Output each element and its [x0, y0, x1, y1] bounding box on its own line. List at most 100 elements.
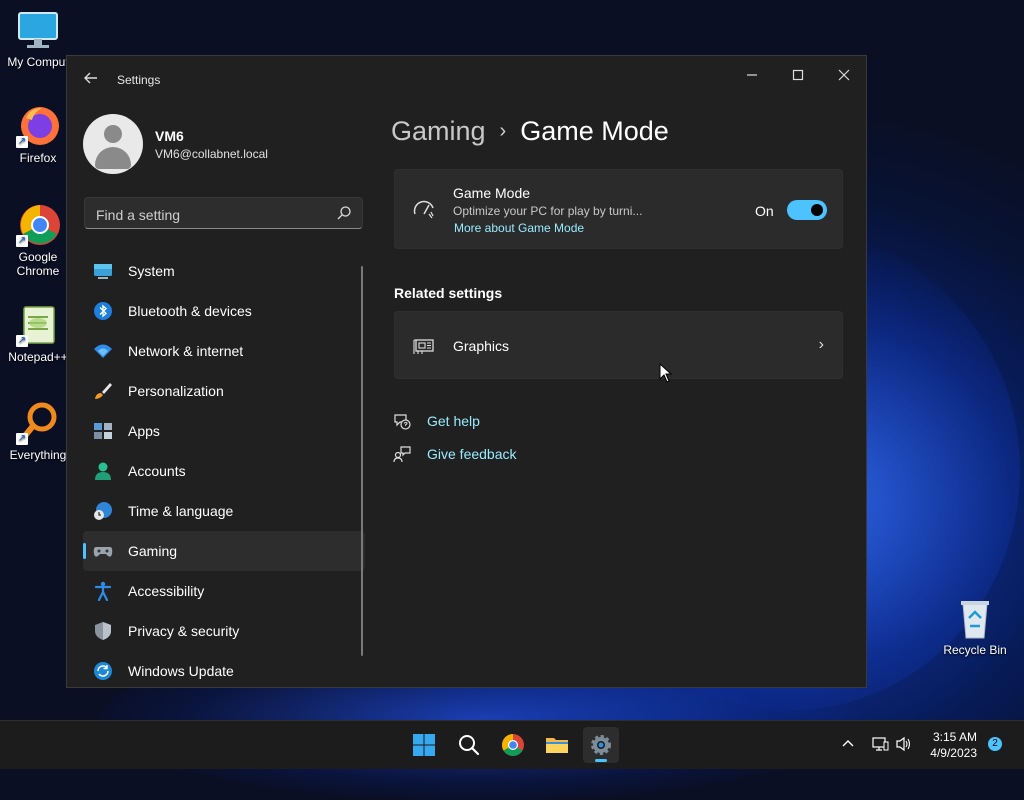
- breadcrumb-parent[interactable]: Gaming: [391, 116, 486, 146]
- maximize-button[interactable]: [775, 60, 821, 92]
- sidebar-item-time-language[interactable]: Time & language: [83, 491, 365, 531]
- person-icon: [95, 462, 111, 480]
- sidebar-item-privacy[interactable]: Privacy & security: [83, 611, 365, 651]
- sidebar-item-label: Personalization: [128, 383, 224, 399]
- shortcut-arrow-icon: ↗: [16, 335, 28, 347]
- sidebar-item-bluetooth[interactable]: Bluetooth & devices: [83, 291, 365, 331]
- settings-window: Settings VM6 VM6@collabnet.local System …: [66, 55, 867, 688]
- sidebar-item-label: Windows Update: [128, 663, 234, 679]
- sidebar-item-network[interactable]: Network & internet: [83, 331, 365, 371]
- sidebar-nav: System Bluetooth & devices Network & int…: [83, 251, 365, 691]
- globe-clock-icon: [94, 502, 112, 520]
- gear-icon: [591, 735, 611, 755]
- sidebar-item-apps[interactable]: Apps: [83, 411, 365, 451]
- close-button[interactable]: [821, 60, 867, 92]
- sidebar-scrollbar[interactable]: [361, 266, 363, 656]
- user-email: VM6@collabnet.local: [155, 147, 268, 161]
- sidebar-item-label: Accounts: [128, 463, 186, 479]
- search-icon: [459, 735, 480, 756]
- gamepad-icon: [93, 547, 113, 557]
- sidebar-item-label: Time & language: [128, 503, 234, 519]
- search-icon[interactable]: [336, 205, 352, 221]
- desktop-icon-label: Recycle Bin: [943, 643, 1007, 657]
- window-title: Settings: [117, 73, 161, 87]
- desktop-icon-label: Notepad++: [8, 350, 68, 364]
- notepadpp-icon: ↗: [16, 303, 60, 347]
- tray-chevron-up-icon[interactable]: [841, 737, 855, 751]
- monitor-icon: [94, 264, 112, 279]
- sidebar-item-gaming[interactable]: Gaming: [83, 531, 365, 571]
- shortcut-arrow-icon: ↗: [16, 235, 28, 247]
- game-mode-title: Game Mode: [453, 185, 531, 201]
- graphics-card[interactable]: Graphics ›: [394, 311, 843, 379]
- taskbar-file-explorer[interactable]: [539, 727, 575, 763]
- search-button[interactable]: [451, 727, 487, 763]
- back-button[interactable]: [81, 70, 101, 90]
- volume-icon[interactable]: [895, 736, 913, 752]
- sidebar-item-personalization[interactable]: Personalization: [83, 371, 365, 411]
- game-mode-description: Optimize your PC for play by turni...: [453, 204, 643, 218]
- get-help-label: Get help: [427, 413, 480, 429]
- network-icon[interactable]: [871, 736, 889, 752]
- desktop-icon-notepadpp[interactable]: ↗ Notepad++: [0, 303, 76, 364]
- desktop-icon-firefox[interactable]: ↗ Firefox: [0, 104, 76, 165]
- game-mode-toggle[interactable]: [787, 200, 827, 220]
- chevron-right-icon: ›: [818, 336, 824, 353]
- accessibility-icon: [94, 581, 112, 601]
- chrome-icon: ↗: [16, 203, 60, 247]
- maximize-icon: [792, 69, 804, 81]
- desktop-icon-label: Firefox: [19, 151, 57, 165]
- minimize-icon: [747, 74, 757, 76]
- clock-date: 4/9/2023: [930, 746, 977, 760]
- desktop-icon-label: Google Chrome: [16, 250, 60, 278]
- update-icon: [94, 662, 112, 680]
- clock[interactable]: 3:15 AM 4/9/2023: [925, 730, 977, 760]
- windows-logo-icon: [413, 734, 435, 756]
- speedometer-icon: [413, 200, 434, 219]
- sidebar-item-label: Privacy & security: [128, 623, 240, 639]
- taskbar-settings[interactable]: [583, 727, 619, 763]
- minimize-button[interactable]: [729, 60, 775, 92]
- graphics-label: Graphics: [453, 338, 510, 354]
- taskbar-chrome[interactable]: [495, 727, 531, 763]
- related-settings-heading: Related settings: [394, 285, 503, 301]
- sidebar-item-system[interactable]: System: [83, 251, 365, 291]
- desktop-icon-chrome[interactable]: ↗ Google Chrome: [0, 203, 76, 278]
- desktop-icon-recycle-bin[interactable]: Recycle Bin: [937, 596, 1013, 657]
- selection-indicator: [83, 543, 86, 559]
- mouse-cursor-icon: [659, 363, 673, 383]
- toggle-state-label: On: [755, 203, 774, 219]
- sidebar-item-accounts[interactable]: Accounts: [83, 451, 365, 491]
- sidebar-item-label: System: [128, 263, 175, 279]
- sidebar-item-windows-update[interactable]: Windows Update: [83, 651, 365, 691]
- more-about-game-mode-link[interactable]: More about Game Mode: [454, 221, 584, 235]
- help-icon: [394, 414, 411, 430]
- magnifier-icon: ↗: [16, 401, 60, 445]
- breadcrumb: Gaming › Game Mode: [391, 116, 669, 147]
- chrome-icon: [502, 734, 524, 756]
- user-name: VM6: [155, 128, 184, 144]
- sidebar-item-accessibility[interactable]: Accessibility: [83, 571, 365, 611]
- back-arrow-icon: [84, 72, 97, 84]
- title-bar: Settings: [67, 56, 866, 104]
- active-app-indicator: [595, 759, 607, 762]
- page-title: Game Mode: [520, 116, 669, 146]
- toggle-knob: [811, 204, 823, 216]
- search-input[interactable]: [94, 204, 328, 226]
- apps-icon: [94, 423, 112, 439]
- start-button[interactable]: [406, 727, 442, 763]
- shortcut-arrow-icon: ↗: [16, 136, 28, 148]
- breadcrumb-separator-icon: ›: [499, 120, 507, 142]
- notification-badge[interactable]: 2: [988, 737, 1002, 751]
- wifi-icon: [94, 344, 112, 358]
- brush-icon: [95, 383, 112, 399]
- monitor-icon: [16, 8, 60, 52]
- sidebar-item-label: Network & internet: [128, 343, 244, 359]
- game-mode-card: Game Mode Optimize your PC for play by t…: [394, 169, 843, 249]
- shield-icon: [95, 622, 111, 640]
- desktop-icon-my-computer[interactable]: My Comput: [0, 8, 76, 69]
- desktop-icon-everything[interactable]: ↗ Everything: [0, 401, 76, 462]
- taskbar: 3:15 AM 4/9/2023: [0, 720, 1024, 769]
- search-box[interactable]: [84, 197, 363, 229]
- folder-icon: [546, 738, 568, 753]
